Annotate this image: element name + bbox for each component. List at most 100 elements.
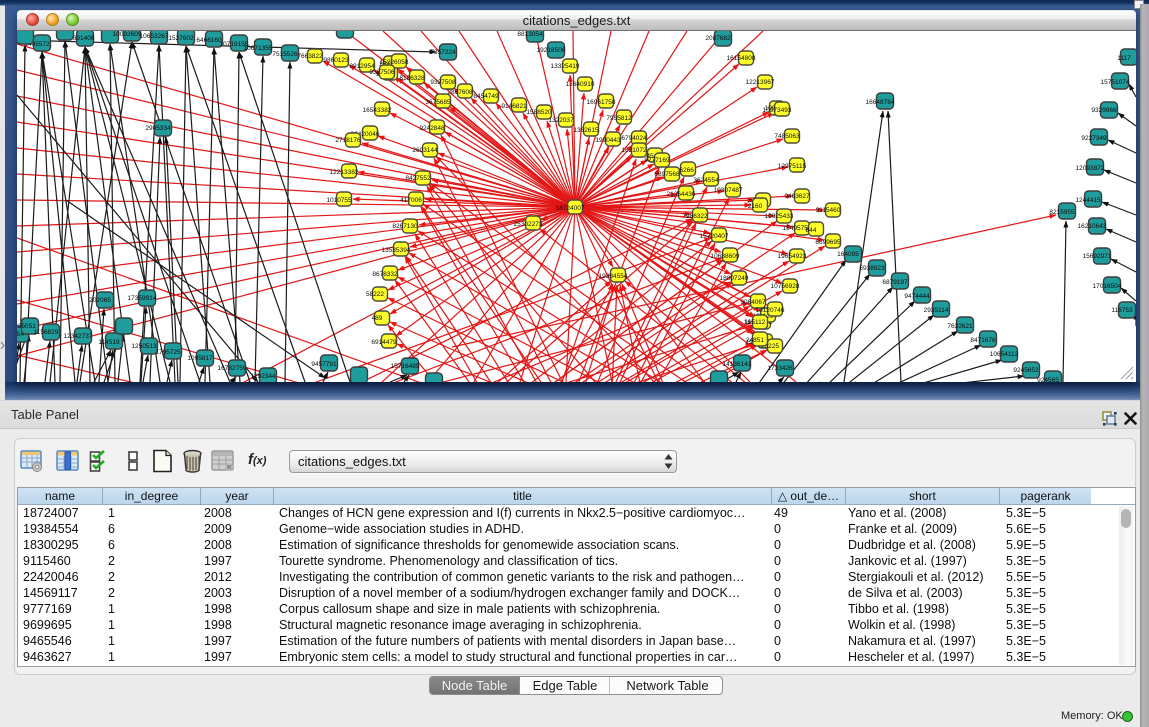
svg-text:7485063: 7485063 [774, 133, 800, 140]
svg-text:16210643: 16210643 [1078, 223, 1107, 230]
svg-text:115112: 115112 [745, 319, 766, 326]
svg-text:2087682: 2087682 [705, 35, 731, 42]
svg-text:2718176: 2718176 [335, 137, 361, 144]
svg-text:7663822: 7663822 [297, 53, 323, 60]
svg-text:2935114: 2935114 [924, 307, 949, 314]
svg-text:10688609: 10688609 [711, 253, 740, 260]
svg-text:1621072: 1621072 [621, 147, 647, 154]
svg-text:1010755: 1010755 [326, 197, 352, 204]
svg-text:1117: 1117 [1117, 55, 1131, 62]
svg-text:2603144: 2603144 [412, 147, 438, 154]
svg-text:7955812: 7955812 [606, 115, 632, 122]
svg-text:7986322: 7986322 [682, 213, 708, 220]
svg-text:7632621: 7632621 [947, 323, 973, 330]
svg-text:202065: 202065 [89, 297, 111, 304]
svg-text:16120746: 16120746 [756, 307, 785, 314]
svg-text:10671355: 10671355 [244, 45, 273, 52]
svg-text:1795725: 1795725 [155, 349, 181, 356]
svg-text:16154808: 16154808 [727, 55, 756, 62]
svg-text:3624554: 3624554 [693, 177, 719, 184]
svg-text:15716485: 15716485 [391, 363, 420, 370]
svg-text:9327508: 9327508 [430, 79, 456, 86]
svg-text:1250513: 1250513 [131, 343, 157, 350]
svg-text:58222: 58222 [366, 291, 384, 298]
svg-text:2160: 2160 [748, 203, 763, 210]
svg-text:9777169: 9777169 [644, 157, 670, 164]
svg-text:6897568: 6897568 [654, 171, 680, 178]
svg-text:10973493: 10973493 [763, 107, 792, 114]
svg-text:19654923: 19654923 [778, 253, 807, 260]
svg-text:16648784: 16648784 [866, 99, 895, 106]
svg-text:417006: 417006 [400, 197, 422, 204]
svg-text:16782759: 16782759 [218, 365, 247, 372]
svg-text:9115460: 9115460 [816, 207, 841, 214]
svg-text:17016504: 17016504 [1093, 283, 1122, 290]
svg-text:8215955: 8215955 [1049, 209, 1075, 216]
svg-text:16961758: 16961758 [587, 99, 616, 106]
svg-text:15692971: 15692971 [1083, 253, 1112, 260]
svg-text:6794024: 6794024 [621, 135, 647, 142]
svg-text:13640910: 13640910 [566, 81, 595, 88]
svg-text:13535394: 13535394 [382, 247, 411, 254]
svg-text:9463627: 9463627 [784, 193, 810, 200]
svg-text:1733426: 1733426 [767, 365, 793, 372]
svg-text:19218506: 19218506 [537, 47, 566, 54]
svg-text:1156829: 1156829 [34, 329, 59, 336]
svg-text:114519: 114519 [98, 339, 120, 346]
svg-text:1588520: 1588520 [526, 109, 552, 116]
svg-text:2905334: 2905334 [145, 125, 171, 132]
svg-text:19384554: 19384554 [599, 273, 628, 280]
svg-text:116753: 116753 [1111, 307, 1133, 314]
svg-text:2867608: 2867608 [447, 89, 473, 96]
svg-text:12213967: 12213967 [746, 79, 775, 86]
svg-text:6914479: 6914479 [371, 339, 397, 346]
svg-text:7357224: 7357224 [430, 49, 456, 56]
svg-text:12975115: 12975115 [778, 163, 807, 170]
svg-text:164095: 164095 [837, 251, 859, 258]
svg-text:844: 844 [806, 227, 817, 234]
svg-text:10756928: 10756928 [771, 283, 800, 290]
svg-text:9146821: 9146821 [501, 103, 527, 110]
svg-text:8813054: 8813054 [517, 31, 543, 38]
svg-text:3675685: 3675685 [425, 99, 451, 106]
svg-text:10807487: 10807487 [714, 187, 743, 194]
svg-text:1292344: 1292344 [250, 373, 276, 380]
svg-text:1990443: 1990443 [595, 137, 621, 144]
svg-text:924565: 924565 [1037, 377, 1059, 382]
svg-text:6699695: 6699695 [815, 239, 841, 246]
svg-text:6879197: 6879197 [882, 279, 908, 286]
svg-text:8454749: 8454749 [473, 93, 499, 100]
svg-text:12213382: 12213382 [330, 169, 359, 176]
svg-text:18724007: 18724007 [556, 205, 585, 212]
svg-text:15751074: 15751074 [1101, 79, 1130, 86]
svg-text:9242848: 9242848 [419, 125, 445, 132]
svg-text:10025433: 10025433 [765, 213, 794, 220]
svg-text:8427552: 8427552 [405, 175, 431, 182]
svg-text:12093872: 12093872 [1076, 165, 1105, 172]
svg-text:8471676: 8471676 [970, 337, 996, 344]
svg-text:17359914: 17359914 [128, 295, 157, 302]
svg-text:1362615: 1362615 [573, 127, 599, 134]
svg-text:9457791: 9457791 [311, 361, 337, 368]
svg-text:13325419: 13325419 [551, 63, 580, 70]
svg-text:10033609: 10033609 [113, 31, 142, 38]
svg-text:15720407: 15720407 [700, 233, 729, 240]
svg-text:5938923: 5938923 [859, 265, 885, 272]
svg-text:18807249: 18807249 [720, 275, 749, 282]
svg-text:9227349: 9227349 [1081, 135, 1107, 142]
svg-text:6466160: 6466160 [196, 37, 222, 44]
svg-text:9327506: 9327506 [369, 69, 395, 76]
svg-text:8186328: 8186328 [399, 75, 425, 82]
svg-text:8267130: 8267130 [392, 223, 418, 230]
svg-text:1527602: 1527602 [168, 35, 194, 42]
svg-text:7515526: 7515526 [272, 51, 298, 58]
svg-text:10654112: 10654112 [990, 351, 1019, 358]
svg-text:25302273: 25302273 [514, 221, 543, 228]
svg-text:16543382: 16543382 [363, 107, 392, 114]
svg-text:9860123: 9860123 [323, 57, 349, 64]
svg-text:1322037: 1322037 [548, 117, 574, 124]
svg-text:24851: 24851 [746, 337, 764, 344]
svg-text:9084067: 9084067 [740, 299, 766, 306]
svg-text:9474444: 9474444 [904, 293, 930, 300]
svg-text:21364436: 21364436 [667, 191, 696, 198]
